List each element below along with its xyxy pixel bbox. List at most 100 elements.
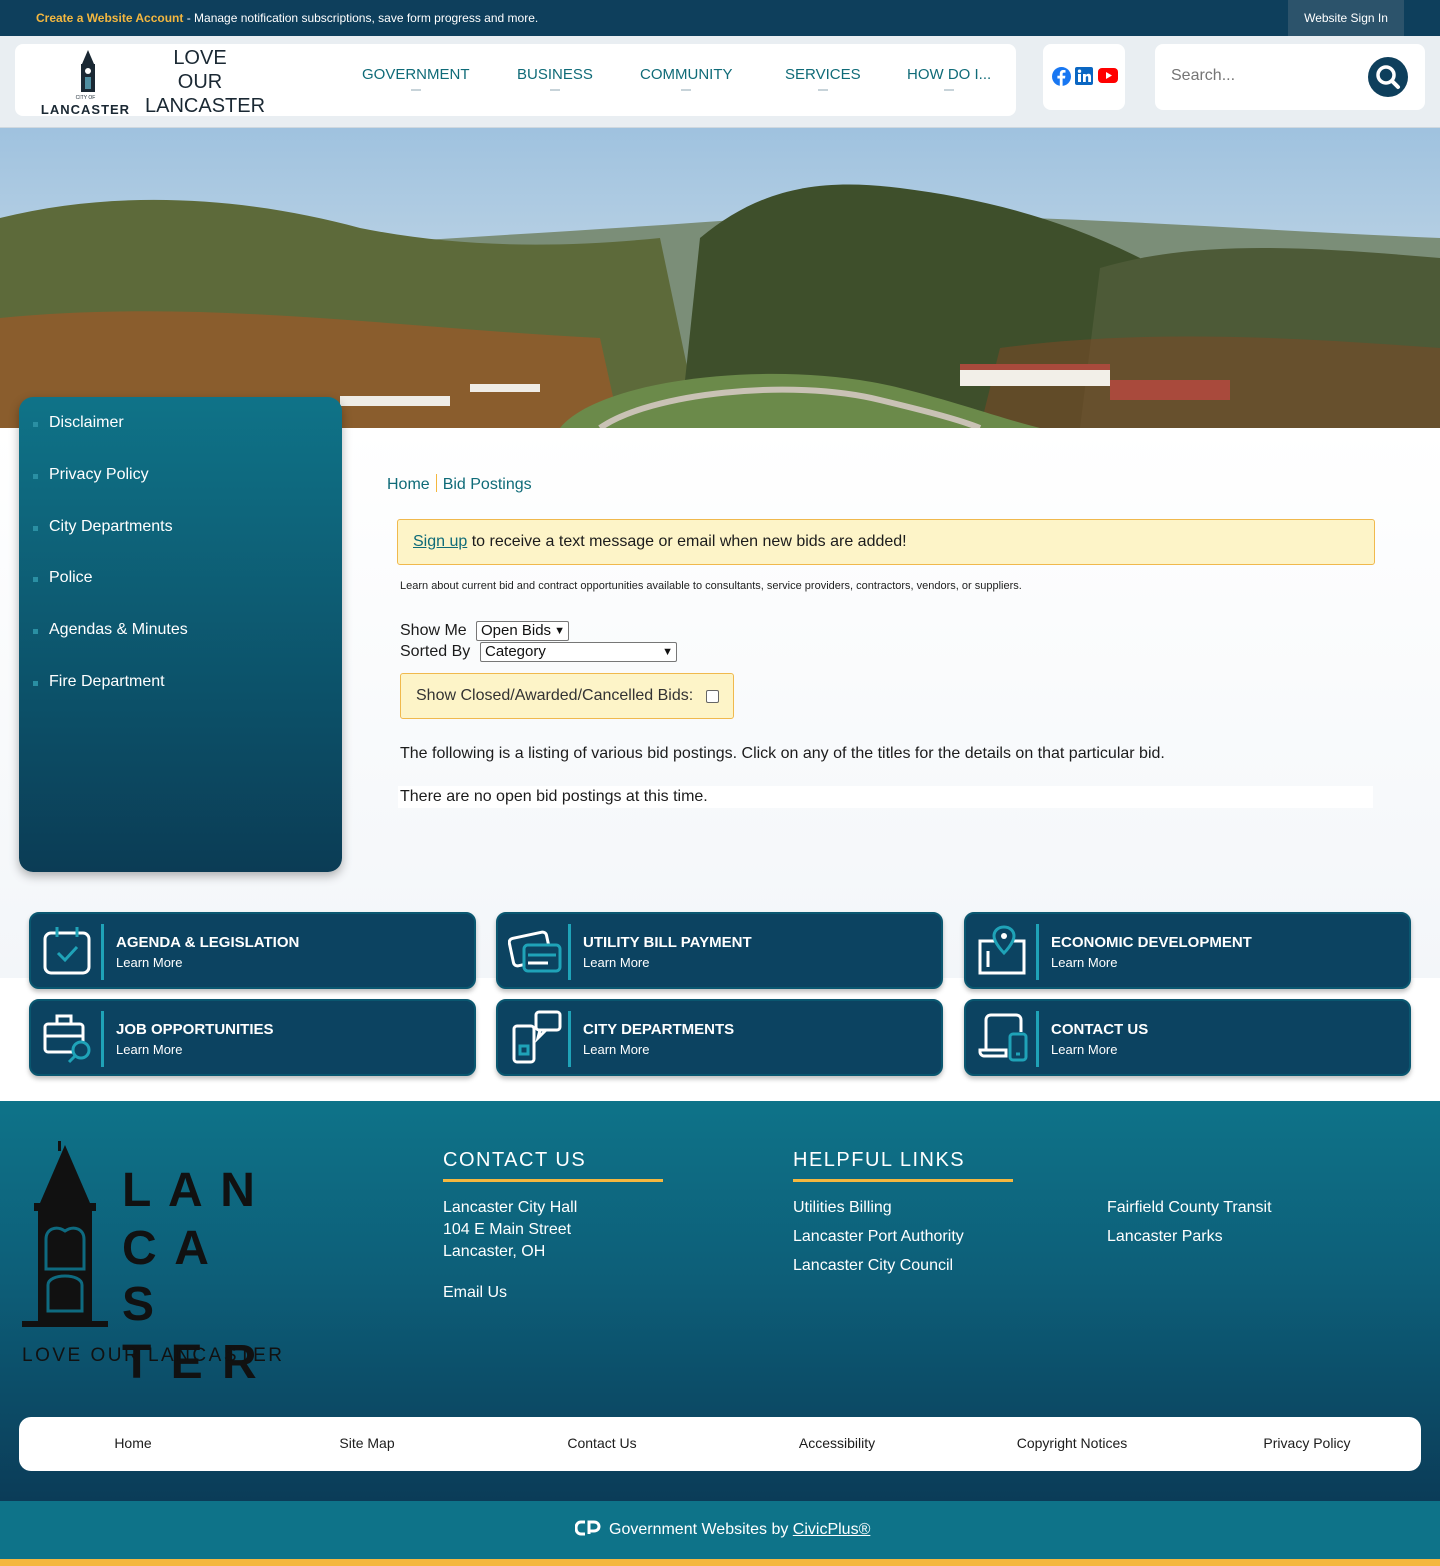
nav-how-do-i[interactable]: HOW DO I...	[907, 66, 991, 91]
search-input[interactable]	[1171, 64, 1361, 88]
quicklink-agenda-legislation[interactable]: AGENDA & LEGISLATION Learn More	[29, 912, 476, 989]
show-closed-checkbox[interactable]	[706, 690, 719, 703]
calendar-check-icon	[43, 927, 91, 975]
quicklink-utility-bill-payment[interactable]: UTILITY BILL PAYMENT Learn More	[496, 912, 943, 989]
divider	[1036, 924, 1039, 980]
phone-chat-icon	[512, 1010, 562, 1064]
footer-email-link[interactable]: Email Us	[443, 1282, 507, 1304]
sorted-by-select[interactable]: Category ▼	[480, 642, 677, 662]
quicklink-contact-us[interactable]: CONTACT US Learn More	[964, 999, 1411, 1076]
breadcrumb: Home Bid Postings	[387, 474, 532, 494]
search-box	[1155, 44, 1425, 110]
logo-love: LOVE	[173, 47, 227, 69]
breadcrumb-separator	[435, 474, 437, 492]
bottom-nav-site-map[interactable]: Site Map	[277, 1435, 457, 1451]
quicklink-job-opportunities[interactable]: JOB OPPORTUNITIES Learn More	[29, 999, 476, 1076]
nav-label: COMMUNITY	[640, 66, 733, 83]
nav-business[interactable]: BUSINESS	[517, 66, 593, 91]
bottom-nav-accessibility[interactable]: Accessibility	[747, 1435, 927, 1451]
search-button[interactable]	[1368, 57, 1408, 97]
quicklink-title: CONTACT US	[1051, 1021, 1149, 1038]
footer-link-port-authority[interactable]: Lancaster Port Authority	[793, 1226, 964, 1248]
nav-community[interactable]: COMMUNITY	[640, 66, 733, 91]
nav-indicator	[817, 89, 828, 91]
search-icon	[1376, 65, 1400, 89]
breadcrumb-home[interactable]: Home	[387, 476, 430, 493]
footer-link-county-transit[interactable]: Fairfield County Transit	[1107, 1197, 1272, 1219]
quicklink-subtitle: Learn More	[583, 1042, 650, 1057]
bottom-nav-copyright[interactable]: Copyright Notices	[982, 1435, 1162, 1451]
youtube-icon[interactable]	[1098, 68, 1118, 83]
show-closed-box: Show Closed/Awarded/Cancelled Bids:	[400, 673, 734, 719]
quicklink-city-departments[interactable]: CITY DEPARTMENTS Learn More	[496, 999, 943, 1076]
footer-link-lancaster-parks[interactable]: Lancaster Parks	[1107, 1226, 1223, 1248]
top-bar: Create a Website Account - Manage notifi…	[0, 0, 1440, 36]
footer-logo-tagline: LOVE OUR LANCASTER	[22, 1345, 285, 1366]
quicklink-economic-development[interactable]: ECONOMIC DEVELOPMENT Learn More	[964, 912, 1411, 989]
facebook-icon[interactable]	[1052, 67, 1071, 86]
sorted-by-label: Sorted By	[400, 643, 471, 660]
nav-indicator	[410, 89, 421, 91]
nav-indicator	[549, 89, 560, 91]
nav-services[interactable]: SERVICES	[785, 66, 861, 91]
sidebar-item-police[interactable]: Police	[33, 569, 93, 587]
footer-logo[interactable]: L A N C A S T E R LOVE OUR LANCASTER	[20, 1141, 282, 1389]
footer-address-line: Lancaster, OH	[443, 1243, 546, 1260]
linkedin-icon[interactable]	[1075, 67, 1093, 85]
footer-address-line: 104 E Main Street	[443, 1221, 572, 1238]
show-me-label: Show Me	[400, 622, 467, 639]
quicklink-title: CITY DEPARTMENTS	[583, 1021, 735, 1038]
social-links	[1043, 44, 1125, 110]
footer-link-utilities-billing[interactable]: Utilities Billing	[793, 1197, 892, 1219]
sidebar-item-fire-department[interactable]: Fire Department	[33, 673, 165, 691]
no-postings-message: There are no open bid postings at this t…	[398, 786, 1373, 808]
quicklink-subtitle: Learn More	[1051, 955, 1118, 970]
footer-links-underline	[793, 1179, 1013, 1182]
quicklink-title: UTILITY BILL PAYMENT	[583, 934, 752, 951]
quicklink-subtitle: Learn More	[583, 955, 650, 970]
sidebar-item-agendas-minutes[interactable]: Agendas & Minutes	[33, 621, 188, 639]
footer-contact-heading: CONTACT US	[443, 1149, 587, 1171]
bottom-nav-home[interactable]: Home	[43, 1435, 223, 1451]
civicplus-credit: Government Websites by CivicPlus®	[574, 1520, 871, 1539]
civicplus-link[interactable]: CivicPlus®	[793, 1521, 871, 1538]
divider	[568, 1011, 571, 1067]
credit-card-icon	[508, 930, 562, 973]
nav-indicator	[944, 89, 955, 91]
bottom-nav-contact-us[interactable]: Contact Us	[512, 1435, 692, 1451]
nav-label: HOW DO I...	[907, 66, 992, 83]
breadcrumb-current[interactable]: Bid Postings	[443, 476, 532, 493]
devices-icon	[978, 1013, 1028, 1062]
civicplus-prefix: Government Websites by	[609, 1521, 793, 1538]
show-me-select[interactable]: Open Bids ▼	[476, 621, 569, 641]
footer-links-heading: HELPFUL LINKS	[793, 1149, 966, 1171]
footer-link-city-council[interactable]: Lancaster City Council	[793, 1255, 953, 1277]
sidebar-item-privacy-policy[interactable]: Privacy Policy	[33, 466, 149, 484]
nav-indicator	[681, 89, 692, 91]
bottom-nav-privacy-policy[interactable]: Privacy Policy	[1217, 1435, 1397, 1451]
side-navigation: Disclaimer Privacy Policy City Departmen…	[19, 397, 342, 872]
logo-city-name: LANCASTER	[40, 102, 131, 117]
hero-landscape-image	[0, 128, 1440, 428]
footer-bottom-nav: Home Site Map Contact Us Accessibility C…	[19, 1417, 1421, 1471]
briefcase-search-icon	[43, 1014, 91, 1064]
nav-government[interactable]: GOVERNMENT	[362, 66, 470, 91]
site-header: CITY OF LANCASTER LOVE OUR LANCASTER GOV…	[0, 36, 1440, 128]
sidebar-item-disclaimer[interactable]: Disclaimer	[33, 414, 124, 432]
sign-up-link[interactable]: Sign up	[413, 533, 467, 550]
city-logo[interactable]: CITY OF LANCASTER LOVE OUR LANCASTER	[33, 46, 265, 118]
show-me-value: Open Bids	[481, 622, 552, 639]
logo-tagline: LOVE OUR LANCASTER	[145, 46, 265, 118]
footer-logo-line-2: C A S	[122, 1222, 211, 1331]
footer-contact-underline	[443, 1179, 663, 1182]
quicklink-subtitle: Learn More	[116, 955, 183, 970]
quicklink-subtitle: Learn More	[116, 1042, 183, 1057]
account-message: Create a Website Account - Manage notifi…	[36, 11, 538, 25]
sidebar-item-city-departments[interactable]: City Departments	[33, 518, 173, 536]
logo-city-of: CITY OF	[75, 95, 96, 101]
map-pin-icon	[978, 925, 1026, 975]
footer-address-line: Lancaster City Hall	[443, 1199, 578, 1216]
create-account-link[interactable]: Create a Website Account	[36, 11, 183, 25]
quicklink-title: ECONOMIC DEVELOPMENT	[1051, 934, 1252, 951]
website-sign-in-button[interactable]: Website Sign In	[1288, 0, 1404, 36]
